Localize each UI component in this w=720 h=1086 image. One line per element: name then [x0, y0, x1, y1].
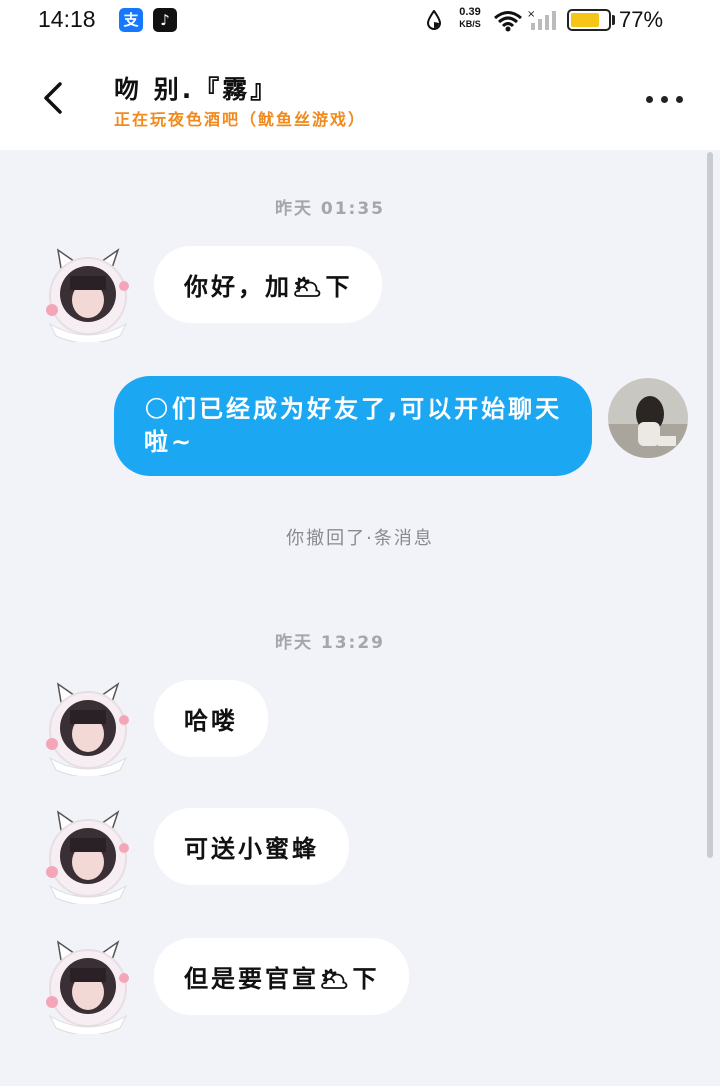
wifi-icon: [494, 11, 522, 32]
svg-text:×: ×: [527, 9, 535, 20]
message-bubble[interactable]: 但是要官宣🌥下: [154, 938, 410, 1015]
battery-cap: [612, 15, 615, 25]
message-timestamp: 昨天 13:29: [274, 633, 386, 653]
status-bar: 14:18 支 ♪ 0.39 KB/S × 77%: [0, 0, 720, 44]
message-timestamp: 昨天 01:35: [274, 199, 386, 219]
back-button[interactable]: [28, 72, 80, 124]
tiktok-icon: ♪: [153, 8, 177, 32]
network-speed-value: 0.39: [459, 6, 481, 18]
more-options-button[interactable]: [640, 84, 688, 114]
battery-icon: [567, 9, 611, 31]
contact-status: 正在玩夜色酒吧（鱿鱼丝游戏）: [114, 110, 367, 129]
message-bubble[interactable]: 可送小蜜蜂: [154, 808, 349, 885]
message-bubble[interactable]: 你好，加🌥下: [154, 246, 383, 323]
contact-avatar[interactable]: [40, 246, 136, 342]
contact-name[interactable]: 吻 别.『霧』: [114, 70, 278, 106]
network-speed-unit: KB/S: [459, 19, 481, 29]
more-dot-icon: [661, 96, 668, 103]
battery-fill: [571, 13, 599, 27]
chat-header: 吻 别.『霧』 正在玩夜色酒吧（鱿鱼丝游戏）: [0, 44, 720, 150]
scrollbar[interactable]: [707, 152, 713, 858]
contact-avatar[interactable]: [40, 680, 136, 776]
contact-avatar[interactable]: [40, 808, 136, 904]
message-bubble[interactable]: 哈喽: [154, 680, 268, 757]
my-avatar[interactable]: [608, 378, 688, 458]
alipay-icon: 支: [119, 8, 143, 32]
battery-percent: 77%: [619, 7, 664, 32]
signal-icon: ×: [527, 9, 556, 30]
more-dot-icon: [676, 96, 683, 103]
more-dot-icon: [646, 96, 653, 103]
status-time: 14:18: [38, 6, 96, 32]
message-bubble-outgoing[interactable]: 🌕们已经成为好友了,可以开始聊天啦~: [114, 376, 592, 476]
data-saver-icon: [426, 10, 442, 30]
system-message: 你撤回了·条消息: [286, 528, 434, 549]
contact-avatar[interactable]: [40, 938, 136, 1034]
chat-messages[interactable]: 昨天 01:35 你好，加🌥下 🌕们已经成为好友了,可以开始聊天啦~ 你撤回了·…: [0, 150, 720, 1086]
network-speed: 0.39 KB/S: [452, 6, 488, 30]
